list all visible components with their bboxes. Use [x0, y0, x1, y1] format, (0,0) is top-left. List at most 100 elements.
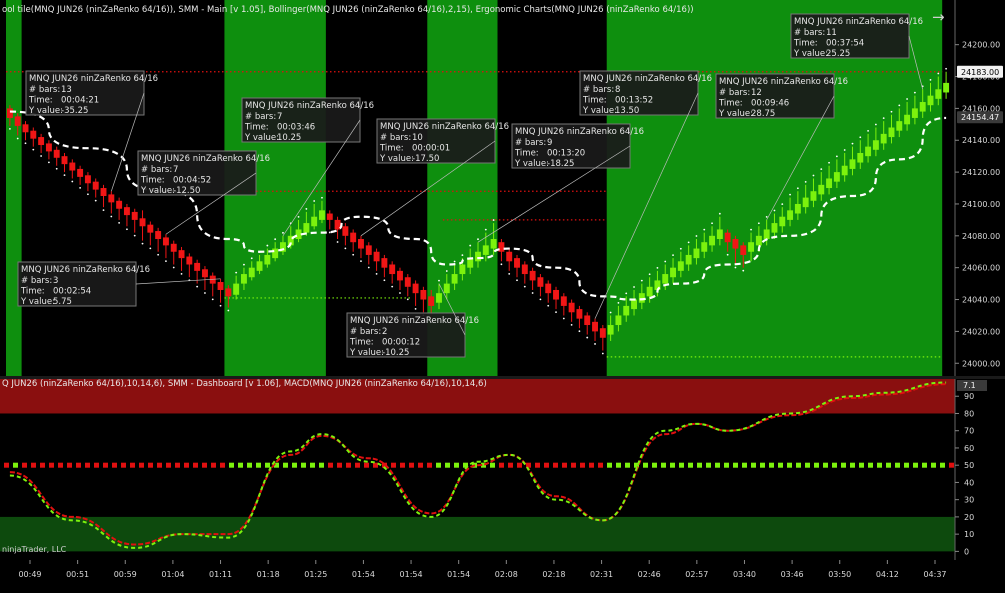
stop-dot — [750, 228, 752, 231]
midline-marker — [841, 462, 846, 468]
stop-dot — [40, 155, 43, 157]
renko-bar — [646, 286, 653, 297]
stop-dot — [469, 244, 472, 247]
stop-dot — [274, 238, 277, 241]
renko-bar — [319, 210, 325, 220]
midline-marker — [571, 462, 576, 468]
arrow-right-icon[interactable]: → — [932, 8, 945, 26]
tooltip-row-label: Y value: — [582, 106, 617, 116]
renko-bar — [350, 232, 357, 243]
renko-bar — [771, 223, 778, 233]
renko-bar — [592, 321, 598, 332]
time-tick-label: 02:57 — [685, 570, 708, 579]
tooltip-title: MNQ JUN26 ninZaRenko 64/16 — [141, 154, 270, 164]
renko-bar — [116, 200, 123, 209]
midline-marker — [283, 462, 288, 468]
midline-marker — [778, 462, 783, 468]
renko-bar — [927, 95, 934, 106]
oscillator-tick-label: 0 — [964, 547, 969, 556]
stop-dot — [219, 304, 222, 307]
chart-window[interactable]: MNQ JUN26 ninZaRenko 64/16 # bars: 13 Time:… — [0, 0, 1005, 589]
midline-marker — [355, 462, 360, 468]
midline-marker — [868, 462, 873, 468]
tooltip-row-value: -17.50 — [412, 154, 439, 164]
tooltip-row-label: Time: — [349, 338, 374, 348]
stop-dot — [391, 285, 394, 288]
time-tick-label: 00:51 — [66, 570, 89, 579]
renko-bar — [178, 250, 185, 259]
renko-bar — [326, 213, 333, 220]
price-axis[interactable] — [955, 0, 1005, 378]
bar-count-tooltip: MNQ JUN26 ninZaRenko 64/16# bars: 9 Time: 0… — [511, 123, 644, 169]
renko-bar — [693, 248, 700, 259]
renko-bar — [865, 146, 872, 157]
stop-dot — [375, 272, 378, 275]
stop-dot — [703, 228, 706, 231]
tooltip-row-value: 00:09:46 — [751, 99, 789, 109]
midline-marker — [679, 462, 684, 468]
midline-marker — [769, 462, 774, 468]
midline-marker — [391, 462, 396, 468]
stop-dot — [71, 180, 74, 183]
stop-dot — [32, 148, 35, 151]
midline-marker — [724, 462, 729, 468]
bar-count-tooltip: MNQ JUN26 ninZaRenko 64/16# bars: 12 Time:… — [715, 73, 848, 119]
oscillator-tick-label: 70 — [964, 427, 974, 436]
renko-bar — [451, 274, 458, 284]
tooltip-row-value: -10.25 — [382, 348, 409, 358]
tooltip-row-label: # bars: — [380, 133, 411, 143]
bar-count-tooltip: MNQ JUN26 ninZaRenko 64/16# bars: 2Time: 0… — [346, 312, 479, 358]
stop-dot — [445, 270, 448, 272]
renko-bar — [303, 223, 310, 233]
tooltip-row-label: Time: — [718, 99, 743, 109]
copyright-label: ninjaTrader, LLC — [2, 545, 67, 554]
renko-bar — [225, 288, 232, 297]
midline-marker — [328, 462, 333, 468]
lower-panel[interactable]: 90 80 70 60 50 40 30 20 10 0 7.1 — [0, 379, 1005, 560]
midline-marker — [877, 462, 882, 468]
stop-dot — [102, 209, 105, 212]
stop-dot — [687, 241, 690, 244]
price-chart[interactable]: MNQ JUN26 ninZaRenko 64/16# bars: 13Time:… — [0, 0, 1005, 589]
renko-bar — [342, 226, 349, 236]
renko-bar — [584, 315, 591, 326]
tooltip-title: MNQ JUN26 ninZaRenko 64/16 — [719, 77, 848, 87]
oscillator-tick-label: 20 — [964, 513, 974, 522]
renko-bar — [404, 277, 411, 287]
renko-bar — [428, 296, 435, 306]
midline-marker — [418, 462, 423, 468]
stop-dot — [453, 260, 456, 263]
midline-marker — [886, 462, 891, 468]
price-tick-label: 24020.00 — [962, 327, 1000, 336]
stop-dot — [16, 137, 19, 140]
midline-marker — [256, 462, 261, 468]
stop-dot — [867, 129, 869, 132]
midline-marker — [31, 462, 36, 468]
midline-marker — [22, 462, 27, 468]
stop-dot — [843, 149, 846, 151]
midline-marker — [139, 462, 144, 468]
tooltip-title: MNQ JUN26 ninZaRenko 64/16 — [794, 17, 923, 27]
renko-bar — [6, 108, 13, 118]
midline-marker — [688, 462, 693, 468]
stop-dot — [204, 292, 206, 294]
stop-dot — [227, 309, 230, 312]
midline-marker — [121, 462, 126, 468]
midline-marker — [517, 462, 522, 468]
stop-dot — [477, 238, 479, 241]
renko-bar — [576, 309, 583, 319]
stop-dot — [149, 247, 152, 250]
renko-bar — [397, 270, 403, 281]
renko-bar — [631, 299, 637, 310]
midline-marker — [175, 462, 180, 468]
oscillator-tick-label: 10 — [964, 530, 974, 539]
stop-dot — [765, 215, 768, 218]
oscillator-tick-label: 30 — [964, 496, 974, 505]
stop-dot — [531, 292, 534, 294]
renko-bar — [560, 296, 567, 306]
stop-dot — [570, 323, 573, 326]
tooltip-row-label: Y value: — [349, 348, 384, 358]
stop-dot — [336, 241, 339, 243]
midline-marker — [13, 462, 18, 468]
stop-dot — [399, 292, 401, 294]
